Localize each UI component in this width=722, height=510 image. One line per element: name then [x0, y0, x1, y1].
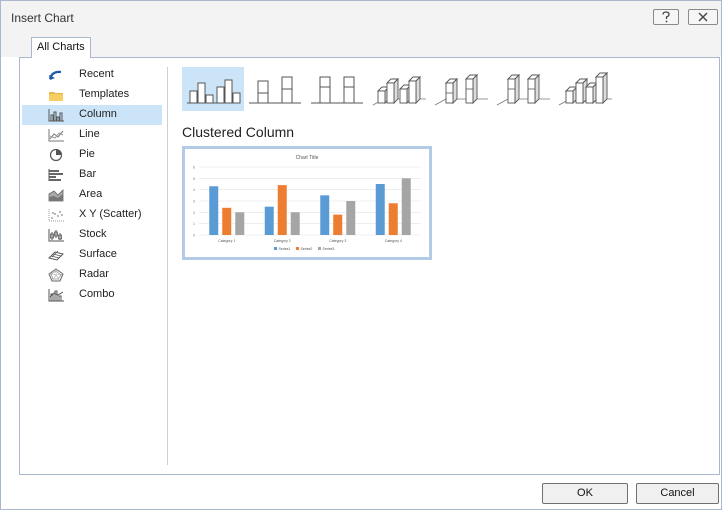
clustered-column-preview-chart: Chart Title 0 1 2 3 4 5 6 Category 1 Category 2 Ca… — [193, 155, 421, 251]
preview-bar — [320, 195, 330, 235]
preview-bar — [235, 212, 245, 235]
sidebar-item-label: Surface — [79, 248, 117, 260]
preview-bar — [333, 214, 343, 235]
help-button[interactable] — [653, 9, 679, 25]
area-chart-icon — [48, 189, 64, 202]
sidebar-item-label: Bar — [79, 168, 97, 180]
chart-type-list: Recent Templates Column Line Pie Bar Area X Y (… — [22, 65, 162, 305]
divider — [167, 67, 168, 465]
preview-category-label: Category 4 — [385, 239, 402, 243]
preview-legend-label: Series2 — [301, 247, 313, 251]
preview-ytick-label: 4 — [193, 188, 195, 192]
recent-icon — [48, 70, 62, 80]
subtype-3d-stacked-column[interactable] — [430, 67, 492, 111]
sidebar-item-area[interactable]: Area — [22, 185, 162, 205]
preview-bar — [264, 206, 274, 235]
preview-legend-swatch — [274, 247, 277, 250]
subtype-3d-100-stacked-column[interactable] — [492, 67, 554, 111]
3d-stacked-column-icon — [434, 73, 488, 106]
sidebar-item-templates[interactable]: Templates — [22, 85, 162, 105]
sidebar-item-recent[interactable]: Recent — [22, 65, 162, 85]
preview-ytick-label: 3 — [193, 200, 195, 204]
subtype-stacked-column[interactable] — [244, 67, 306, 111]
sidebar-item-label: Pie — [79, 148, 95, 160]
100-stacked-column-icon — [311, 76, 363, 104]
sidebar-item-label: Column — [79, 108, 117, 120]
preview-bar — [388, 203, 398, 235]
sidebar-item-label: Radar — [79, 268, 109, 280]
sidebar-item-surface[interactable]: Surface — [22, 245, 162, 265]
bar-chart-icon — [48, 169, 63, 181]
3d-100-stacked-column-icon — [496, 73, 550, 106]
preview-legend-label: Series1 — [279, 247, 291, 251]
insert-chart-dialog: Insert Chart All Charts Recent Templates C… — [0, 0, 722, 510]
preview-bar — [209, 186, 219, 235]
preview-category-label: Category 1 — [218, 239, 235, 243]
sidebar-item-stock[interactable]: Stock — [22, 225, 162, 245]
preview-bar — [222, 207, 232, 235]
subtype-3d-column[interactable] — [554, 67, 616, 111]
title-bar: Insert Chart — [1, 1, 721, 33]
sidebar-item-label: Stock — [79, 228, 107, 240]
subtype-100-stacked-column[interactable] — [306, 67, 368, 111]
sidebar-item-bar[interactable]: Bar — [22, 165, 162, 185]
preview-bar — [290, 212, 300, 235]
sidebar-item-label: Line — [79, 128, 100, 140]
templates-folder-icon — [49, 92, 63, 101]
preview-bar — [375, 184, 385, 235]
sidebar-item-label: Area — [79, 188, 103, 200]
surface-chart-icon — [48, 250, 64, 261]
cancel-button[interactable]: Cancel — [636, 483, 719, 504]
sidebar-item-line[interactable]: Line — [22, 125, 162, 145]
preview-legend-swatch — [296, 247, 299, 250]
sidebar-item-pie[interactable]: Pie — [22, 145, 162, 165]
preview-legend-swatch — [318, 247, 321, 250]
subtype-name: Clustered Column — [182, 124, 295, 140]
sidebar-item-label: X Y (Scatter) — [79, 208, 142, 220]
preview-bar — [277, 185, 287, 235]
stacked-column-icon — [249, 76, 301, 104]
sidebar-item-column[interactable]: Column — [22, 105, 162, 125]
sidebar-item-label: Combo — [79, 288, 115, 300]
scatter-chart-icon — [48, 209, 64, 222]
3d-clustered-column-icon — [372, 75, 426, 106]
3d-column-icon — [558, 71, 612, 106]
sidebar-item-combo[interactable]: Combo — [22, 285, 162, 305]
sidebar-item-radar[interactable]: Radar — [22, 265, 162, 285]
question-mark-icon — [662, 11, 670, 23]
subtype-clustered-column[interactable] — [182, 67, 244, 111]
chart-preview[interactable]: Chart Title 0 1 2 3 4 5 6 Category 1 Category 2 Ca… — [182, 146, 432, 260]
pie-chart-icon — [49, 148, 63, 162]
sidebar-item-label: Templates — [79, 88, 130, 100]
line-chart-icon — [48, 129, 64, 142]
close-icon — [698, 12, 708, 22]
ok-button[interactable]: OK — [542, 483, 628, 504]
preview-ytick-label: 1 — [193, 222, 195, 226]
preview-ytick-label: 2 — [193, 211, 195, 215]
preview-category-label: Category 3 — [329, 239, 346, 243]
combo-chart-icon — [48, 289, 64, 302]
stock-chart-icon — [48, 229, 64, 242]
tab-strip — [1, 33, 721, 57]
preview-legend-label: Series3 — [323, 247, 335, 251]
column-chart-icon — [48, 109, 64, 122]
preview-chart-title: Chart Title — [296, 155, 319, 161]
preview-category-label: Category 2 — [274, 239, 291, 243]
preview-ytick-label: 6 — [193, 166, 195, 170]
dialog-title: Insert Chart — [11, 11, 74, 25]
preview-ytick-label: 5 — [193, 177, 195, 181]
preview-bar — [401, 178, 411, 235]
sidebar-item-label: Recent — [79, 68, 114, 80]
tab-all-charts[interactable]: All Charts — [31, 37, 91, 58]
radar-chart-icon — [48, 268, 64, 282]
subtype-3d-clustered-column[interactable] — [368, 67, 430, 111]
close-button[interactable] — [688, 9, 718, 25]
preview-ytick-label: 0 — [193, 234, 195, 238]
preview-bar — [346, 201, 356, 235]
clustered-column-icon — [187, 79, 241, 104]
sidebar-item-x-y-scatter[interactable]: X Y (Scatter) — [22, 205, 162, 225]
